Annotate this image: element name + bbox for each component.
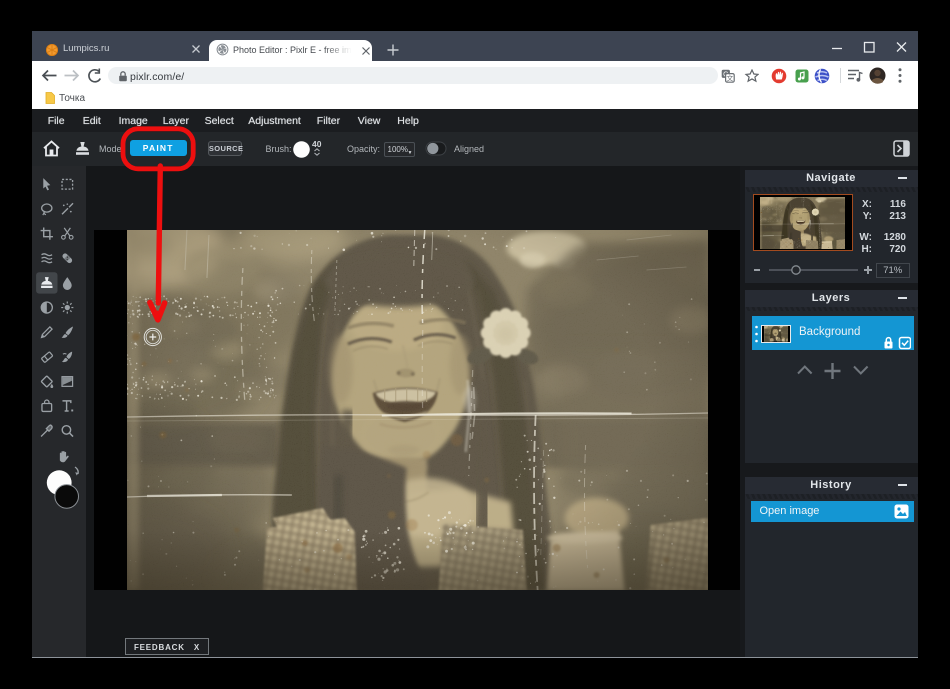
svg-text:文: 文	[726, 74, 733, 83]
